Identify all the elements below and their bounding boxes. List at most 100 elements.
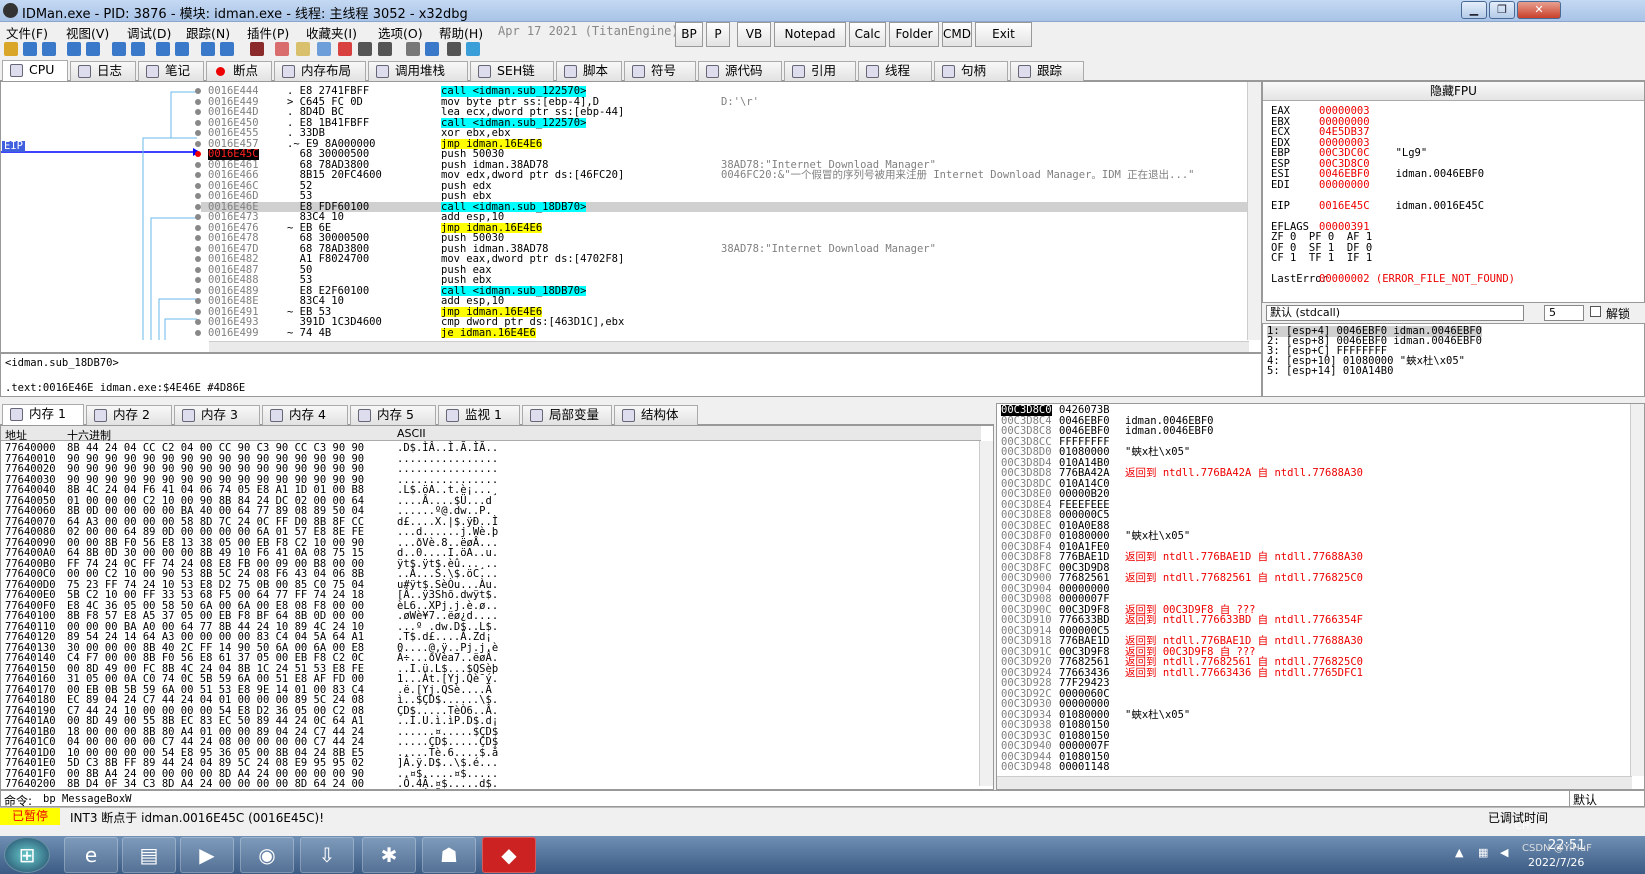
run-to-user-code-icon[interactable]: [220, 42, 234, 56]
stack-row[interactable]: 00C3D8D8 776BA42A 返回到 ntdll.776BA42A 自 ntd…: [997, 468, 1627, 479]
dump-row[interactable]: 776400A0 64 8B 0D 30 00 00 00 8B 49 10 F6…: [1, 548, 511, 559]
breakpoint-slot[interactable]: [195, 161, 201, 168]
trace-over-icon[interactable]: [175, 42, 189, 56]
stack-row[interactable]: 00C3D8F8 776BAE1D 返回到 ntdll.776BAE1D 自 ntd…: [997, 552, 1627, 563]
breakpoint-slot[interactable]: [195, 256, 201, 262]
stack-row[interactable]: 00C3D918 776BAE1D 返回到 ntdll.776BAE1D 自 ntd…: [997, 636, 1627, 647]
tab-notes[interactable]: 笔记: [138, 61, 204, 81]
minimize-button[interactable]: ▁: [1461, 1, 1487, 19]
breakpoint-slot[interactable]: [195, 98, 201, 105]
x32dbg-icon[interactable]: ✱: [362, 837, 416, 873]
stack-vertical-scrollbar[interactable]: [1630, 404, 1644, 776]
restart-icon[interactable]: [23, 42, 37, 56]
disasm-line[interactable]: 0016E499 ~ 74 4B je idman.16E4E6: [201, 327, 1251, 338]
dump-row[interactable]: 776401A0 00 8D 49 00 55 8B EC 83 EC 50 89…: [1, 716, 511, 727]
breakpoint-slot[interactable]: [195, 119, 201, 126]
ie-icon[interactable]: e: [64, 837, 118, 873]
stack-value[interactable]: 0000007F: [1059, 741, 1110, 752]
stack-row[interactable]: 00C3D8E0 00000B20: [997, 489, 1627, 500]
dump-hex[interactable]: 5D C3 8B FF 89 44 24 04 89 5C 24 08 E9 9…: [67, 758, 364, 769]
register-value[interactable]: 0016E45C: [1319, 200, 1370, 212]
breakpoint-slot[interactable]: [195, 298, 201, 304]
breakpoint-slot[interactable]: [195, 308, 201, 315]
tab-script[interactable]: 脚本: [556, 61, 622, 81]
breakpoint-slot[interactable]: [195, 130, 201, 136]
explorer-icon[interactable]: ▤: [122, 837, 176, 873]
tab-memory-1[interactable]: 内存 1: [2, 404, 84, 425]
stack-value[interactable]: 776633BD: [1059, 615, 1110, 626]
register-row[interactable]: CF 1 TF 1 IF 1: [1271, 253, 1372, 264]
register-row[interactable]: ESI 0046EBF0 idman.0046EBF0: [1271, 169, 1484, 180]
dump-hex[interactable]: C4 F7 00 00 8B F0 56 E8 61 37 05 00 EB F…: [67, 653, 364, 664]
tab-memory-4[interactable]: 内存 4: [262, 405, 348, 425]
tab-seh[interactable]: SEH链: [470, 61, 554, 81]
tab-memory-5[interactable]: 内存 5: [350, 405, 436, 425]
stack-value[interactable]: 00001148: [1059, 762, 1110, 773]
stack-row[interactable]: 00C3D920 77682561 返回到 ntdll.77682561 自 ntd…: [997, 657, 1627, 668]
tab-references[interactable]: 引用: [784, 61, 856, 81]
tab-breakpoints[interactable]: 断点: [206, 61, 272, 81]
stop-icon[interactable]: [42, 42, 56, 56]
calculator-icon[interactable]: [447, 42, 461, 56]
memory-dump[interactable]: 地址 十六进制 ASCII 77640000 8B 44 24 04 CC C2 …: [0, 425, 994, 790]
media-player-icon[interactable]: ▶: [180, 837, 234, 873]
tool-icon[interactable]: ☗: [422, 837, 476, 873]
dump-row[interactable]: 77640080 02 00 00 64 89 0D 00 00 00 00 6A…: [1, 527, 511, 538]
breakpoint-slot[interactable]: [195, 140, 201, 147]
stack-horizontal-scrollbar[interactable]: [997, 776, 1632, 789]
argument-count-spinner[interactable]: 5: [1544, 305, 1584, 321]
dump-row[interactable]: 776400E0 5B C2 10 00 FF 33 53 68 F5 00 64…: [1, 590, 511, 601]
stack-value[interactable]: 776BAE1D: [1059, 636, 1110, 647]
dump-hex[interactable]: 8B 0D 00 00 00 00 BA 40 00 64 77 89 08 8…: [67, 506, 364, 517]
breakpoint-slot[interactable]: [195, 266, 201, 273]
stack-row[interactable]: 00C3D8D0 01080000 "蛺x杜\x05": [997, 447, 1627, 458]
disasm-line[interactable]: 0016E450. E8 1B41FBFF call <idman.sub_122…: [201, 117, 1251, 128]
stack-row[interactable]: 00C3D900 77682561 返回到 ntdll.77682561 自 ntd…: [997, 573, 1627, 584]
tab-cpu[interactable]: CPU: [2, 60, 68, 81]
tab-symbols[interactable]: 符号: [624, 61, 696, 81]
breakpoint-slot[interactable]: [195, 319, 201, 325]
patch-icon[interactable]: [275, 42, 289, 56]
hash-icon[interactable]: [378, 42, 392, 56]
dump-row[interactable]: 77640140 C4 F7 00 00 8B F0 56 E8 61 37 05…: [1, 653, 511, 664]
argument-row[interactable]: 5: [esp+14] 010A14B0: [1267, 366, 1393, 377]
stack-row[interactable]: 00C3D8F0 01080000 "蛺x杜\x05": [997, 531, 1627, 542]
step-over-icon[interactable]: [131, 42, 145, 56]
register-row[interactable]: LastError00000002 (ERROR_FILE_NOT_FOUND): [1271, 274, 1541, 285]
scylla-icon[interactable]: [250, 42, 264, 56]
dump-row[interactable]: 77640060 8B 0D 00 00 00 00 BA 40 00 64 77…: [1, 506, 511, 517]
disasm-line[interactable]: 0016E46D 53 push ebx: [201, 191, 1251, 202]
breakpoint-slot[interactable]: [195, 193, 201, 199]
open-icon[interactable]: [4, 42, 18, 56]
dump-hex[interactable]: 8B 44 24 04 CC C2 04 00 CC 90 C3 90 CC C…: [67, 443, 364, 454]
stack-value[interactable]: 01080150: [1059, 720, 1110, 731]
dump-row[interactable]: 77640200 8B D4 0F 34 C3 8D A4 24 00 00 00…: [1, 779, 511, 789]
tab-memory-map[interactable]: 内存布局: [274, 61, 366, 81]
stack-row[interactable]: 00C3D938 01080150: [997, 720, 1627, 731]
dump-row[interactable]: 77640100 8B F8 57 E8 A5 37 05 00 EB F8 BF…: [1, 611, 511, 622]
stack-value[interactable]: 776BA42A: [1059, 468, 1110, 479]
maximize-button[interactable]: ❐: [1489, 1, 1515, 19]
start-button[interactable]: ⊞: [4, 837, 50, 873]
disasm-horizontal-scrollbar[interactable]: [209, 341, 1249, 352]
volume-icon[interactable]: ◀: [1500, 846, 1508, 859]
bookmark-icon[interactable]: [338, 42, 352, 56]
hide-fpu-button[interactable]: 隐藏FPU: [1263, 82, 1644, 101]
dump-vertical-scrollbar[interactable]: [979, 441, 993, 786]
dump-hex[interactable]: 00 00 C2 10 00 90 53 8B 5C 24 08 F6 43 0…: [67, 569, 364, 580]
stack-row[interactable]: 00C3D910 776633BD 返回到 ntdll.776633BD 自 ntd…: [997, 615, 1627, 626]
stack-value[interactable]: 0426073B: [1059, 405, 1110, 416]
dump-hex[interactable]: 8B F8 57 E8 A5 37 05 00 EB F8 BF 64 8B 0…: [67, 611, 364, 622]
network-icon[interactable]: ▦: [1478, 846, 1488, 859]
dump-hex[interactable]: 89 54 24 14 64 A3 00 00 00 00 83 C4 04 5…: [67, 632, 364, 643]
stack-value[interactable]: 77F29423: [1059, 678, 1110, 689]
stack-row[interactable]: 00C3D8E8 000000C5: [997, 510, 1627, 521]
crack-tool-icon[interactable]: ◆: [482, 837, 536, 873]
dump-row[interactable]: 776401C0 04 00 00 00 00 C7 44 24 08 00 00…: [1, 737, 511, 748]
chrome-icon[interactable]: ◉: [240, 837, 294, 873]
breakpoint-slot[interactable]: [195, 182, 201, 189]
function-icon[interactable]: [358, 42, 372, 56]
breakpoint-slot[interactable]: [195, 287, 201, 294]
font-icon[interactable]: [406, 42, 420, 56]
dump-row[interactable]: 77640040 8B 4C 24 04 F6 41 04 06 74 05 E8…: [1, 485, 511, 496]
